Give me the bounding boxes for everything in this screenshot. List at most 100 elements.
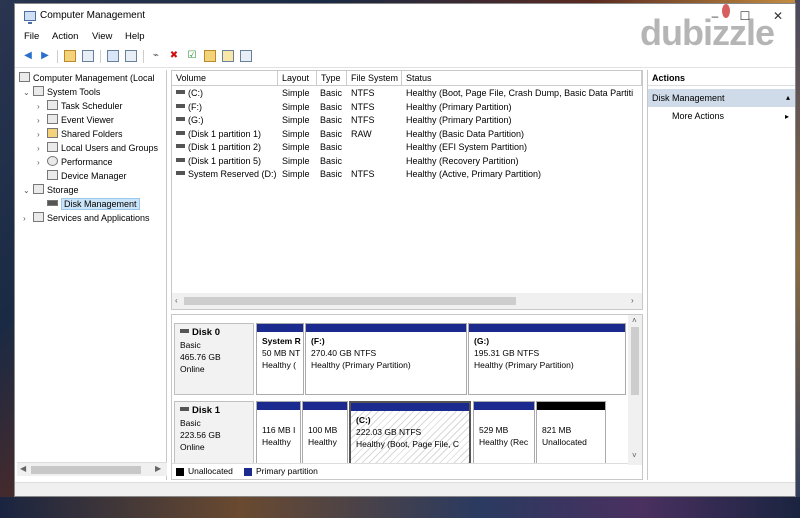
clock-icon	[47, 100, 58, 110]
scroll-right-icon[interactable]: ▶	[155, 464, 161, 473]
forward-arrow-icon[interactable]: ▶	[38, 49, 52, 63]
menu-view[interactable]: View	[92, 31, 112, 42]
menu-action[interactable]: Action	[52, 31, 78, 42]
chevron-down-icon[interactable]: ⌄	[23, 184, 33, 198]
graph-vertical-scrollbar[interactable]: ˄ ˅	[628, 315, 642, 465]
table-row[interactable]: System Reserved (D:) Simple Basic NTFS H…	[172, 168, 642, 182]
disk-1-label[interactable]: Disk 1 Basic 223.56 GB Online	[174, 401, 254, 465]
chevron-right-icon[interactable]: ›	[37, 100, 47, 114]
disk-1-partition-recovery[interactable]: 529 MB Healthy (Rec	[473, 401, 535, 465]
menu-bar: File Action View Help	[15, 28, 795, 46]
table-row[interactable]: (F:) Simple Basic NTFS Healthy (Primary …	[172, 101, 642, 115]
minimize-button[interactable]: –	[700, 7, 730, 25]
disk-0-label[interactable]: Disk 0 Basic 465.76 GB Online	[174, 323, 254, 395]
scroll-left-icon[interactable]: ‹	[175, 296, 178, 305]
disk-1-partition-2[interactable]: 100 MB Healthy	[302, 401, 348, 465]
tree-item-performance[interactable]: › Performance	[37, 155, 113, 169]
volume-list: Volume Layout Type File System Status (C…	[171, 70, 643, 310]
volume-icon	[176, 103, 185, 108]
volume-icon	[176, 144, 185, 148]
toolbar-separator	[57, 50, 58, 63]
check-icon[interactable]: ☑	[185, 49, 199, 63]
chevron-up-icon[interactable]: ▴	[786, 89, 790, 107]
actions-section-disk-management[interactable]: Disk Management ▴	[648, 89, 795, 107]
table-row[interactable]: (Disk 1 partition 1) Simple Basic RAW He…	[172, 128, 642, 142]
menu-file[interactable]: File	[24, 31, 39, 42]
disk-0-partition-system-reserved[interactable]: System R 50 MB NT Healthy (	[256, 323, 304, 395]
connect-drive-icon[interactable]: ⌁	[149, 49, 163, 63]
volume-horizontal-scrollbar[interactable]: ‹ ›	[172, 293, 642, 309]
table-row[interactable]: (Disk 1 partition 2) Simple Basic Health…	[172, 141, 642, 155]
column-header-volume[interactable]: Volume	[172, 71, 278, 86]
disk-0-partition-f[interactable]: (F:) 270.40 GB NTFS Healthy (Primary Par…	[305, 323, 467, 395]
scroll-thumb[interactable]	[631, 327, 639, 395]
up-folder-icon[interactable]	[63, 49, 77, 63]
volume-icon	[176, 157, 185, 162]
scroll-right-icon[interactable]: ›	[631, 296, 634, 305]
legend-label-unallocated: Unallocated	[188, 466, 233, 476]
close-button[interactable]: ✕	[763, 7, 793, 25]
title-bar: Computer Management dubizzle – ☐ ✕	[15, 4, 795, 53]
disk-1-partition-1[interactable]: 116 MB I Healthy	[256, 401, 301, 465]
tree-item-storage[interactable]: ⌄ Storage	[23, 183, 79, 197]
maximize-button[interactable]: ☐	[730, 7, 760, 25]
legend-swatch-primary	[244, 468, 252, 476]
chevron-right-icon[interactable]: ›	[37, 128, 47, 142]
scroll-up-icon[interactable]: ˄	[632, 316, 637, 325]
chevron-right-icon[interactable]: ›	[23, 212, 33, 226]
computer-management-window: Computer Management dubizzle – ☐ ✕ File …	[14, 3, 796, 497]
tree-item-services-and-applications[interactable]: › Services and Applications	[23, 211, 150, 225]
column-header-type[interactable]: Type	[317, 71, 347, 86]
search-icon[interactable]	[221, 49, 235, 63]
table-row[interactable]: (G:) Simple Basic NTFS Healthy (Primary …	[172, 114, 642, 128]
scroll-down-icon[interactable]: ˅	[632, 451, 637, 460]
chevron-right-icon[interactable]: ›	[37, 142, 47, 156]
tree-item-task-scheduler[interactable]: › Task Scheduler	[37, 99, 123, 113]
table-row[interactable]: (Disk 1 partition 5) Simple Basic Health…	[172, 155, 642, 169]
scroll-left-icon[interactable]: ◀	[20, 464, 26, 473]
tree-item-event-viewer[interactable]: › Event Viewer	[37, 113, 114, 127]
tree-horizontal-scrollbar[interactable]: ◀ ▶	[17, 462, 167, 476]
tree-item-disk-management[interactable]: Disk Management	[47, 197, 140, 211]
actions-pane: Actions Disk Management ▴ More Actions ▸	[647, 70, 795, 480]
help-icon[interactable]	[106, 49, 120, 63]
users-icon	[47, 142, 58, 152]
chevron-right-icon[interactable]: ›	[37, 114, 47, 128]
menu-help[interactable]: Help	[125, 31, 145, 42]
disk-0-partition-g[interactable]: (G:) 195.31 GB NTFS Healthy (Primary Par…	[468, 323, 626, 395]
table-row[interactable]: (C:) Simple Basic NTFS Healthy (Boot, Pa…	[172, 87, 642, 101]
disk-1-partition-c[interactable]: (C:) 222.03 GB NTFS Healthy (Boot, Page …	[349, 401, 471, 465]
scroll-thumb[interactable]	[31, 466, 141, 474]
tree-item-local-users[interactable]: › Local Users and Groups	[37, 141, 158, 155]
shared-folder-icon	[47, 128, 58, 138]
toolbar-separator	[143, 50, 144, 63]
show-hide-tree-icon[interactable]	[81, 49, 95, 63]
chevron-right-icon[interactable]: ▸	[785, 112, 789, 121]
tree-item-shared-folders[interactable]: › Shared Folders	[37, 127, 123, 141]
disk-icon	[180, 329, 189, 333]
column-header-file-system[interactable]: File System	[347, 71, 402, 86]
tree-item-root[interactable]: Computer Management (Local	[19, 71, 155, 85]
chevron-right-icon[interactable]: ›	[37, 156, 47, 170]
delete-icon[interactable]: ✖	[167, 49, 181, 63]
show-hide-action-pane-icon[interactable]	[124, 49, 138, 63]
column-header-layout[interactable]: Layout	[278, 71, 317, 86]
services-icon	[33, 212, 44, 222]
tree-item-system-tools[interactable]: ⌄ System Tools	[23, 85, 100, 99]
status-bar	[15, 482, 795, 496]
volume-icon	[176, 90, 185, 94]
scroll-thumb[interactable]	[184, 297, 516, 305]
column-header-status[interactable]: Status	[402, 71, 642, 86]
chevron-down-icon[interactable]: ⌄	[23, 86, 33, 100]
window-title: Computer Management	[40, 10, 146, 21]
disk-1-unallocated-space[interactable]: 821 MB Unallocated	[536, 401, 606, 465]
more-actions-item[interactable]: More Actions	[672, 111, 724, 121]
performance-icon	[47, 156, 58, 166]
back-arrow-icon[interactable]: ◀	[21, 49, 35, 63]
navigation-tree: Computer Management (Local ⌄ System Tools…	[17, 70, 167, 480]
toolbar: ◀ ▶ ⌁ ✖ ☑	[15, 46, 795, 68]
properties-icon[interactable]	[239, 49, 253, 63]
folder-icon[interactable]	[203, 49, 217, 63]
device-manager-icon	[47, 170, 58, 180]
tree-item-device-manager[interactable]: Device Manager	[47, 169, 127, 183]
